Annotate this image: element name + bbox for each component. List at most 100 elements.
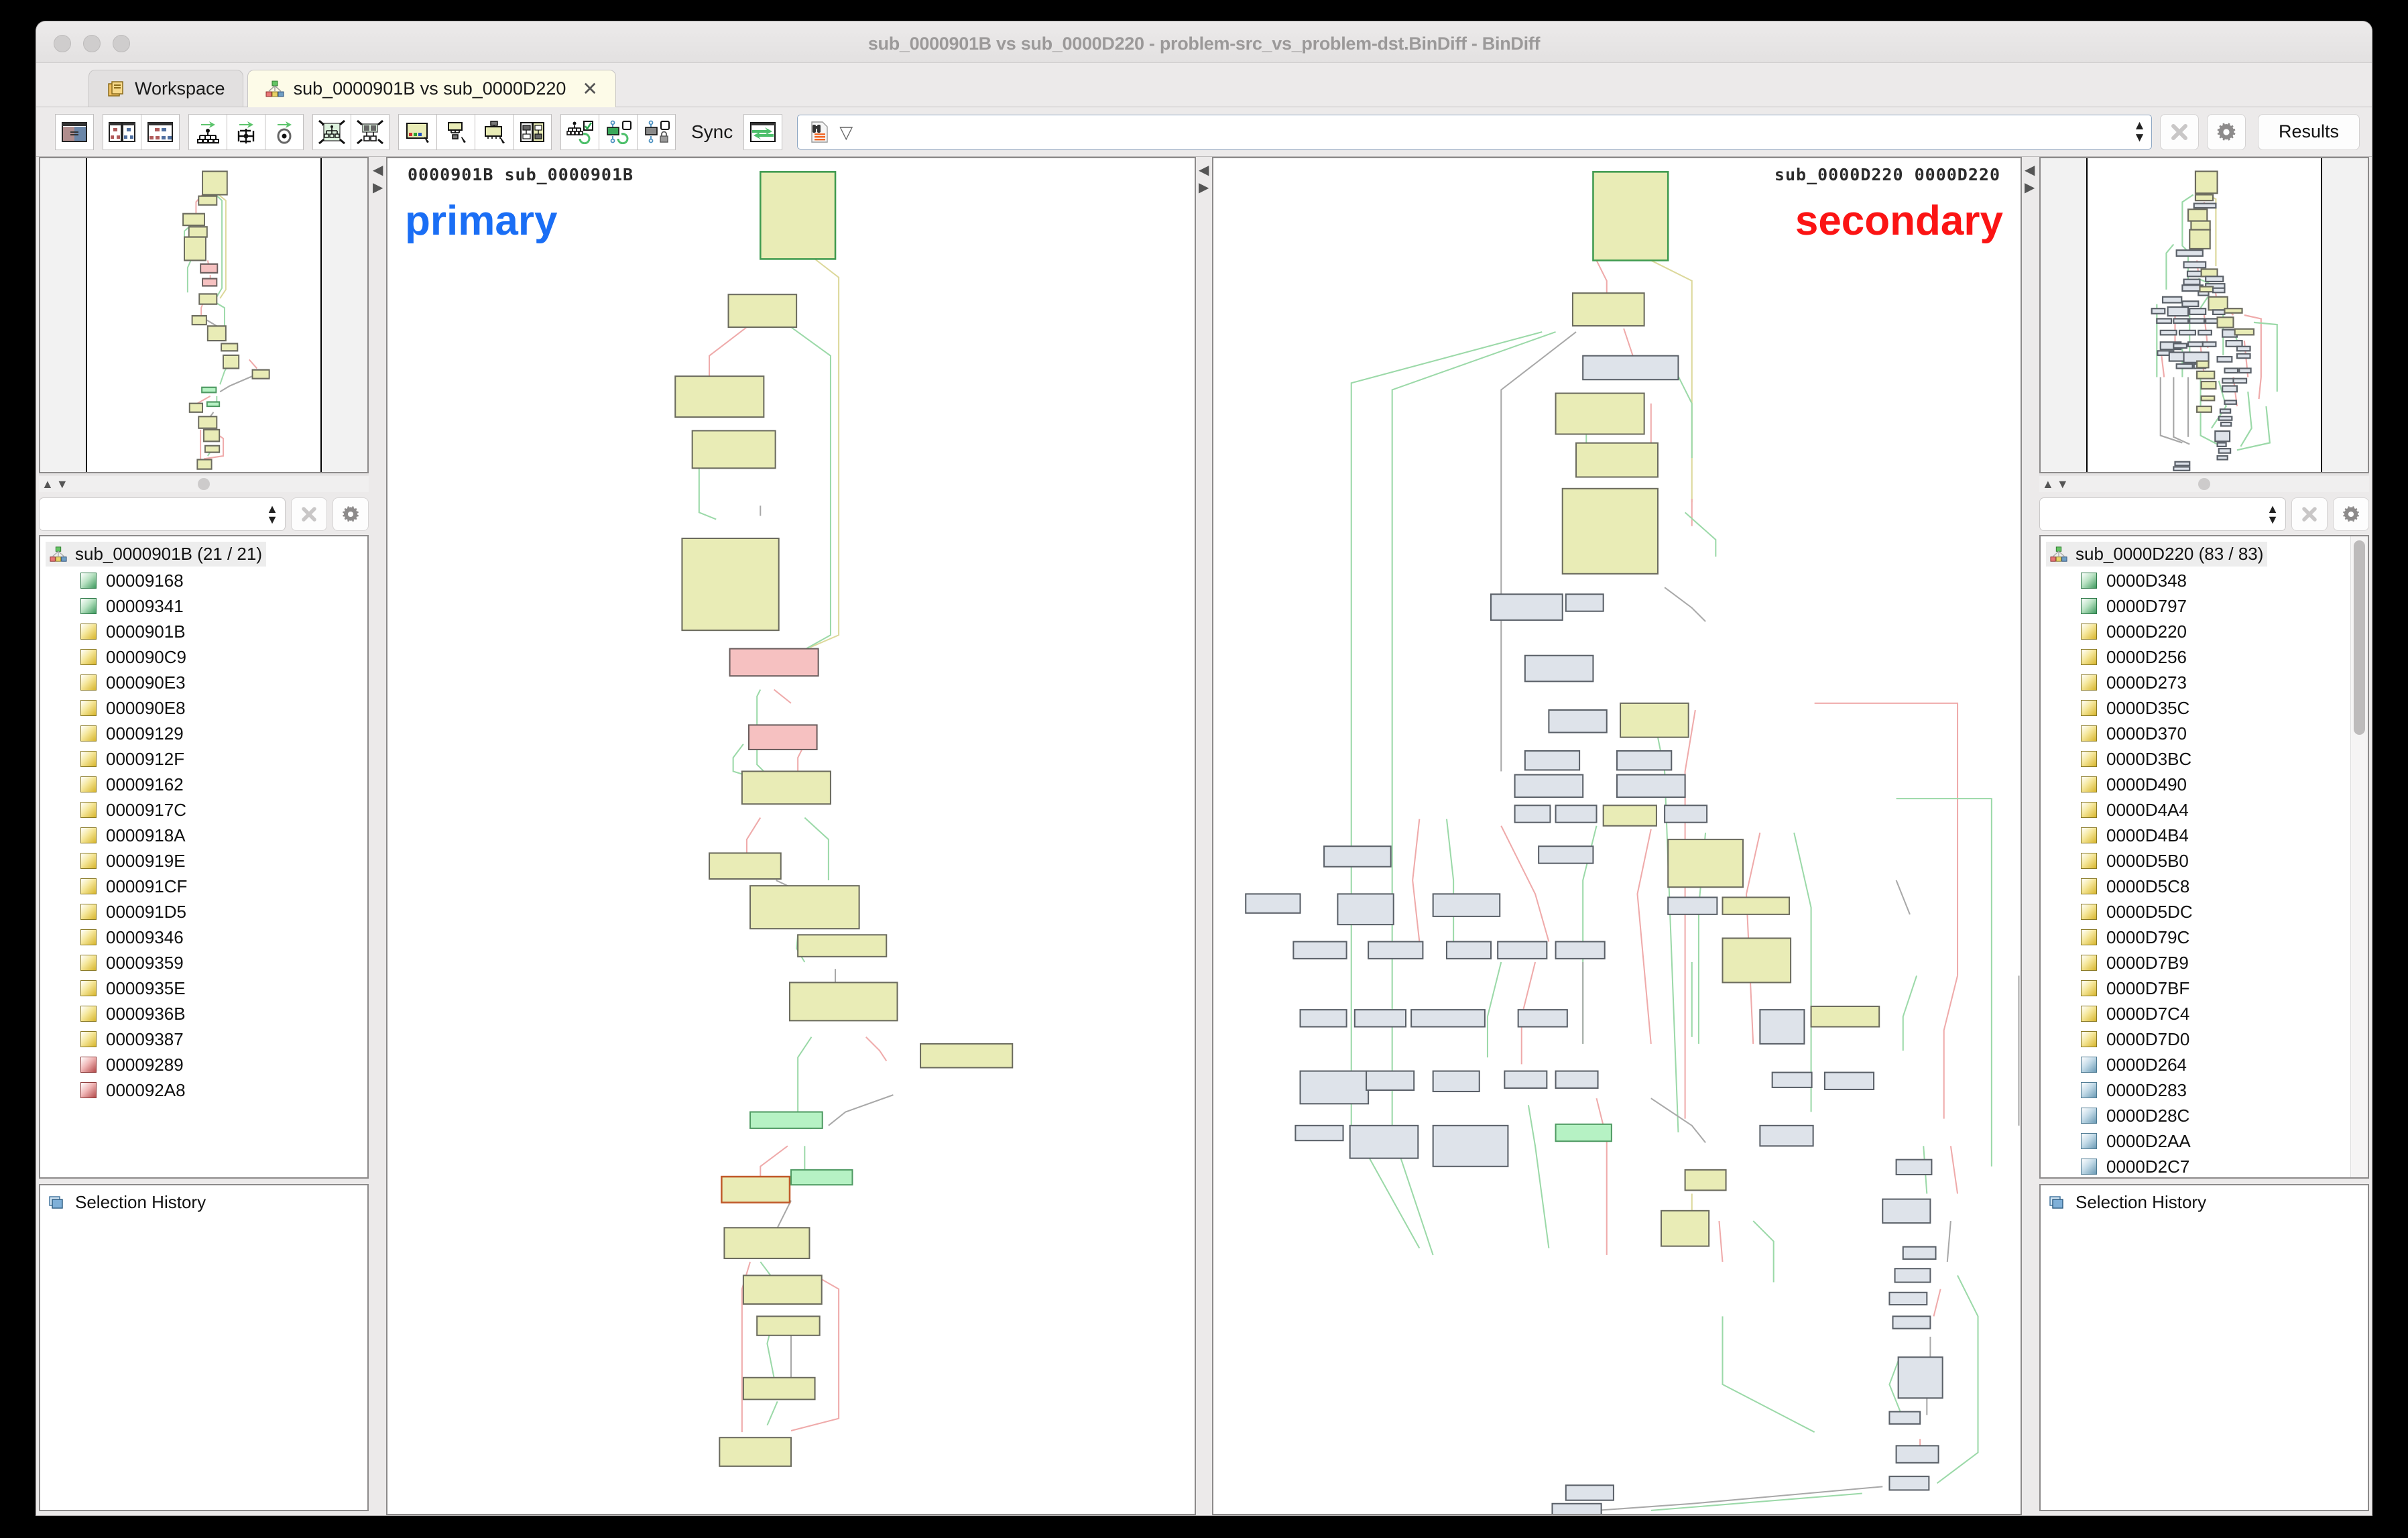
basicblock-list-item[interactable]: 0000D256 bbox=[2046, 644, 2350, 670]
secondary-tree-root[interactable]: sub_0000D220 (83 / 83) bbox=[2046, 542, 2268, 567]
basicblock-list-item[interactable]: 0000D283 bbox=[2046, 1077, 2350, 1103]
basicblock-list-item[interactable]: 000092A8 bbox=[46, 1077, 367, 1103]
basicblock-list-item[interactable]: 0000D797 bbox=[2046, 593, 2350, 619]
basicblock-list-item[interactable]: 00009341 bbox=[46, 593, 367, 619]
basicblock-list-item[interactable]: 0000918A bbox=[46, 823, 367, 848]
basicblock-list-item[interactable]: 000090E8 bbox=[46, 695, 367, 721]
basicblock-list-item[interactable]: 00009162 bbox=[46, 772, 367, 797]
basicblock-list-item[interactable]: 0000919E bbox=[46, 848, 367, 874]
basicblock-list-item[interactable]: 0000936B bbox=[46, 1001, 367, 1026]
basicblock-list-item[interactable]: 00009387 bbox=[46, 1026, 367, 1052]
primary-basicblock-tree-panel[interactable]: sub_0000901B (21 / 21) 00009168 00009341 0… bbox=[39, 535, 369, 1179]
expand-right-icon[interactable]: ▶ bbox=[373, 181, 383, 194]
search-stepper[interactable]: ▲ ▼ bbox=[2133, 119, 2146, 143]
split-flowgraph-view-button[interactable] bbox=[103, 113, 141, 150]
secondary-overview-scrollbar[interactable]: ▲ ▼ bbox=[2039, 475, 2369, 492]
basicblock-list-item[interactable]: 0000D2AA bbox=[2046, 1128, 2350, 1154]
basicblock-list-item[interactable]: 0000D7B9 bbox=[2046, 950, 2350, 975]
close-tab-icon[interactable]: ✕ bbox=[582, 79, 597, 99]
secondary-filter-box[interactable]: ▲ ▼ bbox=[2039, 497, 2286, 531]
basicblock-list-item[interactable]: 000090C9 bbox=[46, 644, 367, 670]
basicblock-list-item[interactable]: 0000D7D0 bbox=[2046, 1026, 2350, 1052]
basicblock-list-item[interactable]: 0000D4A4 bbox=[2046, 797, 2350, 823]
primary-flowgraph-pane[interactable]: 0000901B sub_0000901B primary bbox=[386, 157, 1196, 1515]
basicblock-list-item[interactable]: 0000D348 bbox=[2046, 568, 2350, 593]
lock-selection-button[interactable] bbox=[637, 113, 676, 150]
basicblock-list-item[interactable]: 0000D2C7 bbox=[2046, 1154, 2350, 1177]
secondary-flowgraph-pane[interactable]: sub_0000D220 0000D220 secondary bbox=[1212, 157, 2022, 1515]
scroll-up-icon[interactable]: ▲ bbox=[42, 478, 54, 490]
expand-right-icon-2[interactable]: ▶ bbox=[2025, 181, 2035, 194]
secondary-filter-stepper[interactable]: ▲ ▼ bbox=[2267, 502, 2279, 526]
primary-filter-settings-button[interactable] bbox=[333, 497, 369, 531]
scrollbar-thumb[interactable] bbox=[2354, 540, 2365, 735]
tab-workspace[interactable]: Workspace bbox=[88, 70, 243, 107]
show-all-nodes-button[interactable] bbox=[475, 113, 514, 150]
basicblock-list-item[interactable]: 00009168 bbox=[46, 568, 367, 593]
basicblock-list-item[interactable]: 0000D7C4 bbox=[2046, 1001, 2350, 1026]
basicblock-list-item[interactable]: 0000917C bbox=[46, 797, 367, 823]
tab-diff-sub0000901B-vs-sub0000D220[interactable]: sub_0000901B vs sub_0000D220 ✕ bbox=[247, 70, 616, 107]
show-scaled-nodes-button[interactable] bbox=[436, 113, 475, 150]
toggle-node-contents-button[interactable] bbox=[513, 113, 552, 150]
expand-left-icon[interactable]: ▶ bbox=[1199, 181, 1209, 194]
auto-layout-graph-button[interactable] bbox=[560, 113, 599, 150]
basicblock-list-item[interactable]: 0000D5C8 bbox=[2046, 874, 2350, 899]
basicblock-list-item[interactable]: 0000D220 bbox=[2046, 619, 2350, 644]
fit-graph-to-window-button[interactable] bbox=[312, 113, 351, 150]
clear-search-button[interactable] bbox=[2159, 113, 2199, 150]
basicblock-list-item[interactable]: 0000D3BC bbox=[2046, 746, 2350, 772]
secondary-selection-history-panel[interactable]: Selection History bbox=[2039, 1184, 2369, 1511]
scroll-down-icon[interactable]: ▼ bbox=[56, 478, 68, 490]
basicblock-list-item[interactable]: 000091CF bbox=[46, 874, 367, 899]
basicblock-list-item[interactable]: 0000D490 bbox=[2046, 772, 2350, 797]
secondary-clear-filter-button[interactable] bbox=[2291, 497, 2328, 531]
basicblock-list-item[interactable]: 0000D5DC bbox=[2046, 899, 2350, 925]
sync-graphs-button[interactable] bbox=[743, 113, 783, 150]
fit-selection-to-window-button[interactable] bbox=[351, 113, 389, 150]
primary-tree-root[interactable]: sub_0000901B (21 / 21) bbox=[46, 542, 266, 567]
basicblock-list-item[interactable]: 0000D7BF bbox=[2046, 975, 2350, 1001]
basicblock-list-item[interactable]: 0000D273 bbox=[2046, 670, 2350, 695]
scroll-knob-2[interactable] bbox=[2198, 477, 2210, 490]
primary-filter-box[interactable]: ▲ ▼ bbox=[39, 497, 286, 531]
basicblock-list-item[interactable]: 0000D35C bbox=[2046, 695, 2350, 721]
primary-basicblock-tree[interactable]: sub_0000901B (21 / 21) 00009168 00009341 0… bbox=[40, 536, 367, 1177]
basicblock-list-item[interactable]: 00009346 bbox=[46, 925, 367, 950]
primary-overview-scrollbar[interactable]: ▲ ▼ bbox=[39, 475, 369, 492]
secondary-overview-canvas[interactable] bbox=[2086, 158, 2322, 472]
primary-filter-stepper[interactable]: ▲ ▼ bbox=[266, 502, 278, 526]
scroll-up-icon-2[interactable]: ▲ bbox=[2042, 478, 2054, 490]
primary-flowgraph[interactable] bbox=[387, 158, 1195, 1514]
scroll-down-icon-2[interactable]: ▼ bbox=[2057, 478, 2069, 490]
goto-secondary-node-button[interactable] bbox=[265, 113, 304, 150]
basicblock-list-item[interactable]: 0000935E bbox=[46, 975, 367, 1001]
single-flowgraph-view-button[interactable] bbox=[141, 113, 180, 150]
sync-selection-button[interactable] bbox=[599, 113, 638, 150]
goto-combined-node-button[interactable] bbox=[227, 113, 265, 150]
combined-view-button[interactable] bbox=[55, 113, 94, 150]
results-button[interactable]: Results bbox=[2257, 113, 2360, 150]
basicblock-list-item[interactable]: 0000D79C bbox=[2046, 925, 2350, 950]
show-proximity-browser-button[interactable] bbox=[398, 113, 437, 150]
basicblock-list-item[interactable]: 0000D264 bbox=[2046, 1052, 2350, 1077]
collapse-left-icon-2[interactable]: ◀ bbox=[2025, 164, 2035, 177]
primary-clear-filter-button[interactable] bbox=[291, 497, 327, 531]
primary-overview-canvas[interactable] bbox=[86, 158, 322, 472]
basicblock-list-item[interactable]: 00009359 bbox=[46, 950, 367, 975]
secondary-flowgraph[interactable] bbox=[1213, 158, 2021, 1514]
secondary-selection-history-row[interactable]: Selection History bbox=[2049, 1192, 2360, 1213]
primary-selection-history-panel[interactable]: Selection History bbox=[39, 1184, 369, 1511]
basicblock-list-item[interactable]: 0000D28C bbox=[2046, 1103, 2350, 1128]
graph-splitter-gutter[interactable]: ◀ ▶ bbox=[1197, 157, 1211, 1515]
search-input[interactable] bbox=[862, 121, 2124, 143]
basicblock-list-item[interactable]: 00009129 bbox=[46, 721, 367, 746]
basicblock-list-item[interactable]: 000090E3 bbox=[46, 670, 367, 695]
secondary-filter-input[interactable] bbox=[2040, 504, 2267, 524]
basicblock-list-item[interactable]: 0000D370 bbox=[2046, 721, 2350, 746]
basicblock-list-item[interactable]: 00009289 bbox=[46, 1052, 367, 1077]
collapse-right-icon[interactable]: ◀ bbox=[1199, 164, 1209, 177]
secondary-basicblock-tree[interactable]: sub_0000D220 (83 / 83) 0000D348 0000D797 0… bbox=[2041, 536, 2350, 1177]
primary-selection-history-row[interactable]: Selection History bbox=[48, 1192, 359, 1213]
basicblock-list-item[interactable]: 0000D4B4 bbox=[2046, 823, 2350, 848]
